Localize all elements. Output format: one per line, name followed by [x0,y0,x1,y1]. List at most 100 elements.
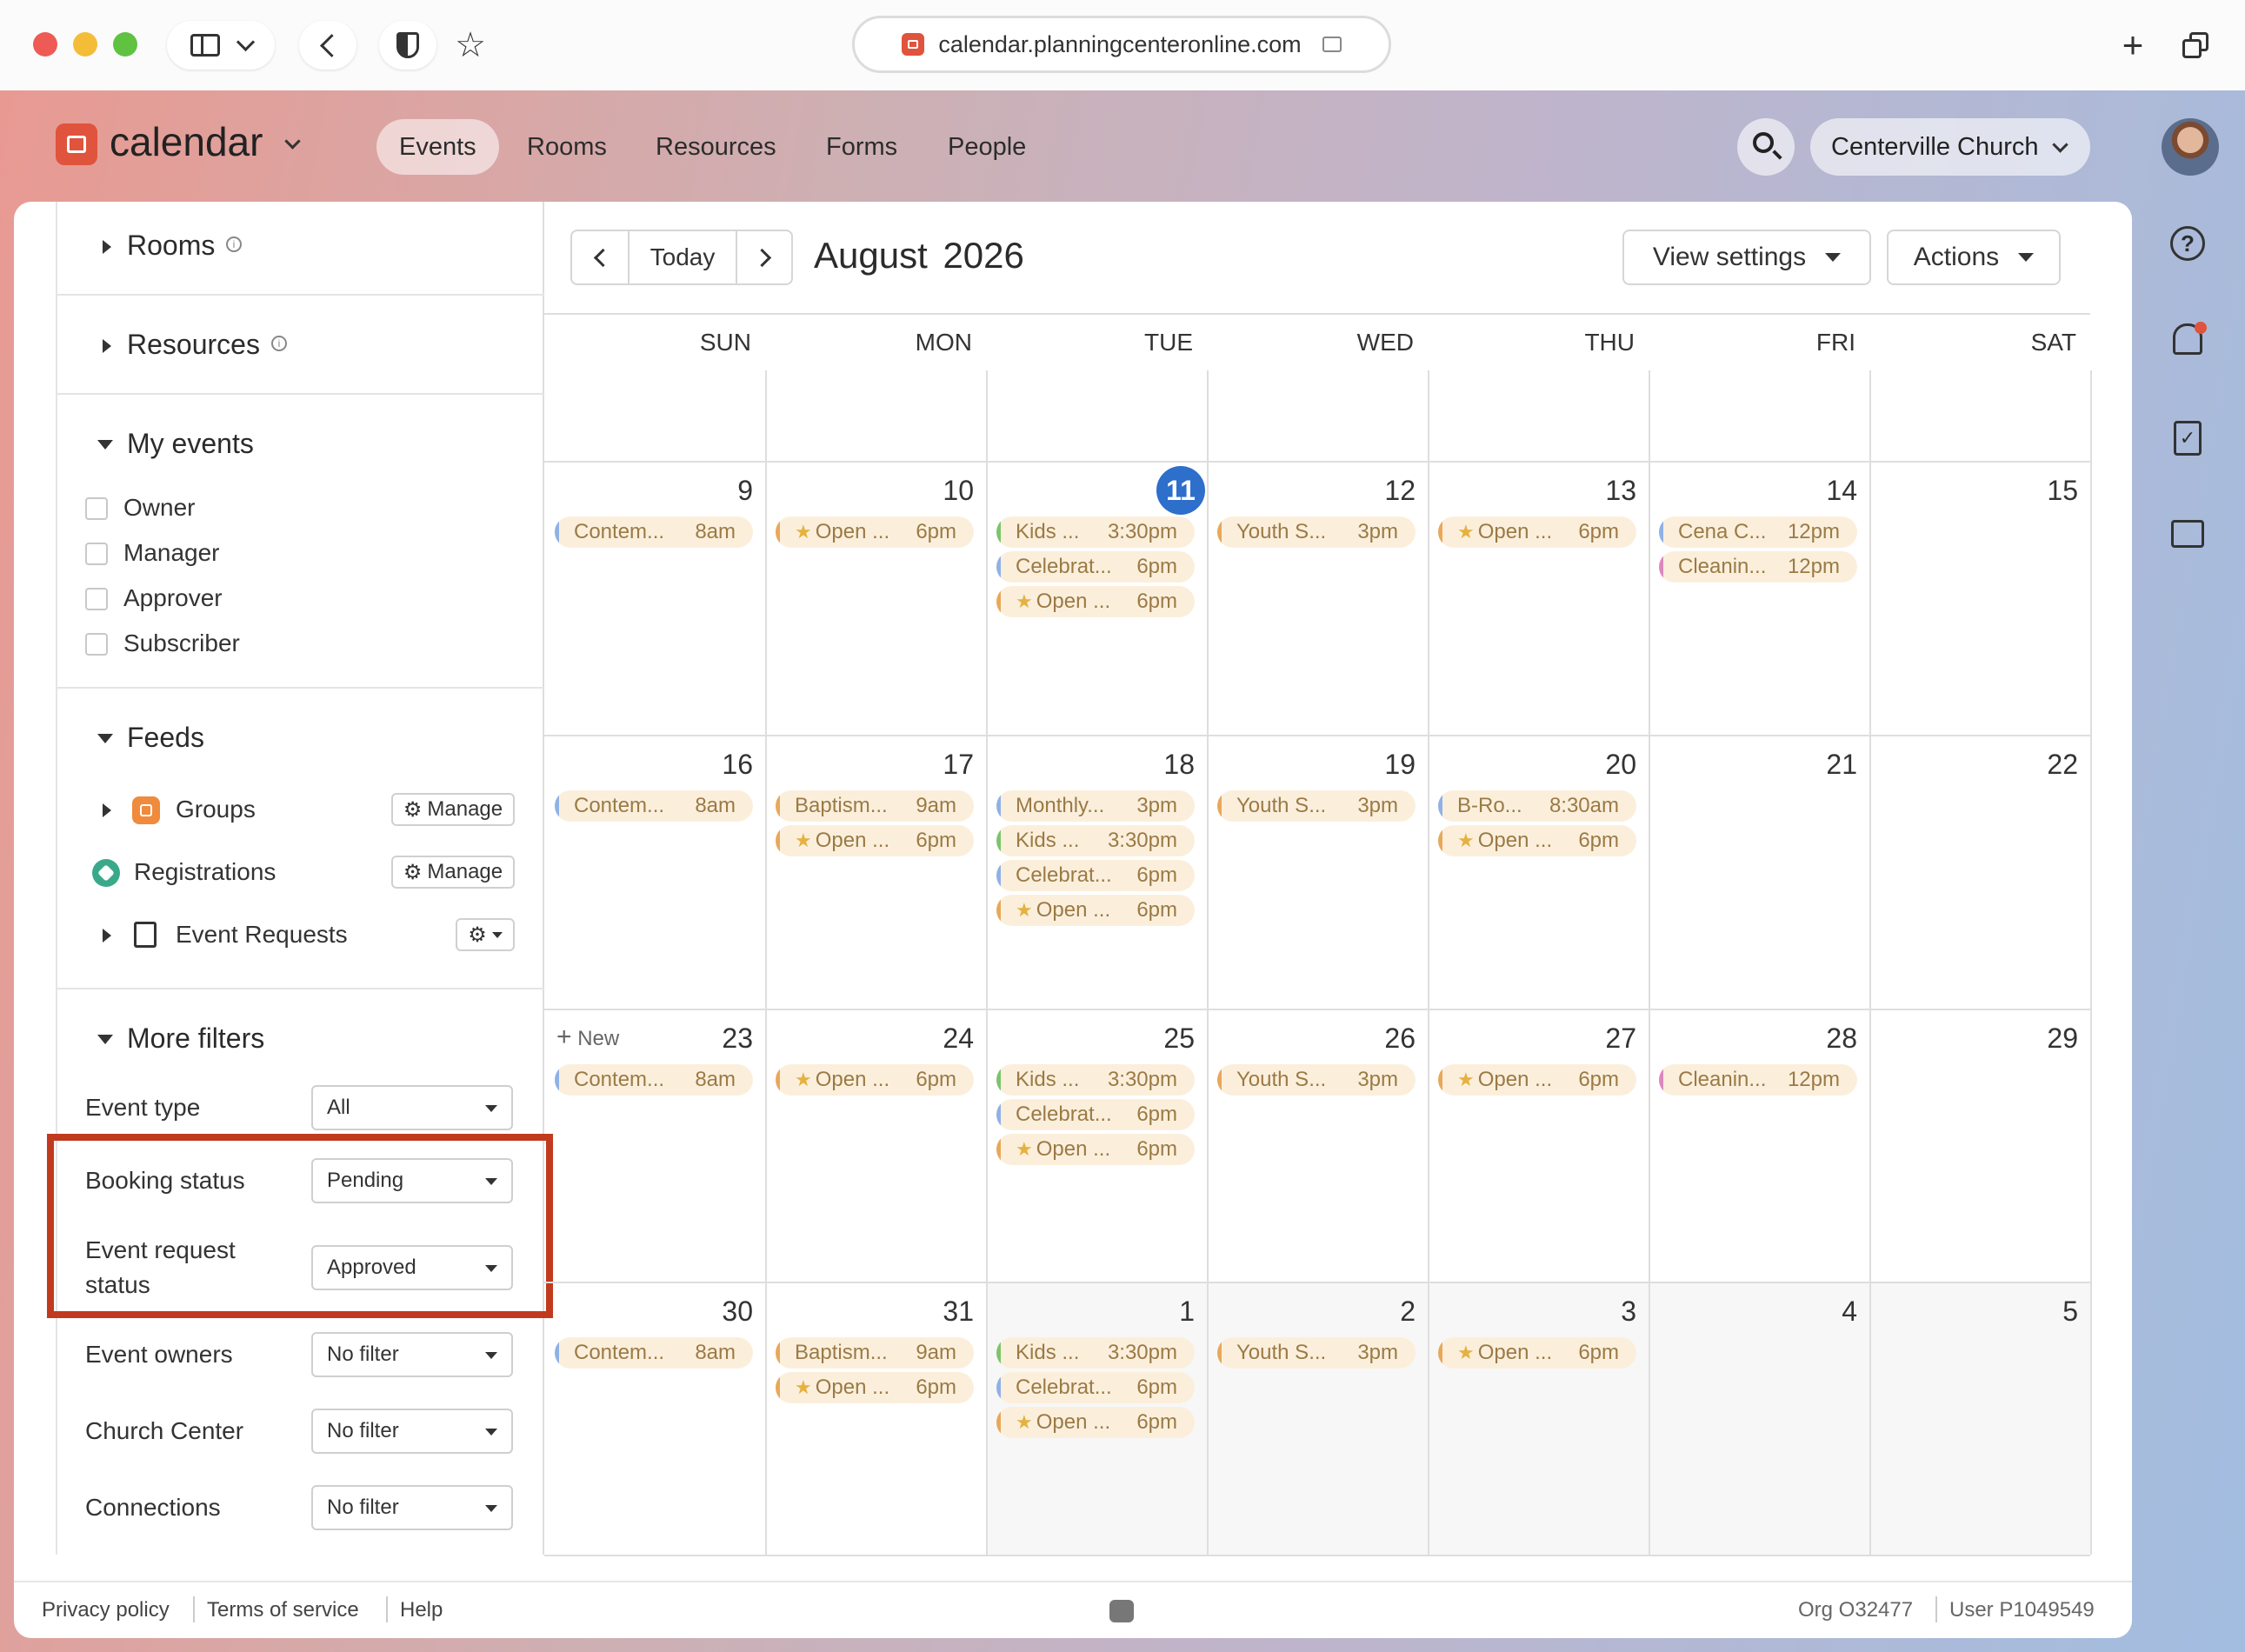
day-number[interactable]: 29 [1869,1023,2078,1055]
event-chip[interactable]: Youth S... 3pm [1217,1337,1416,1369]
church-center-select[interactable]: No filter [311,1409,513,1454]
owner-checkbox[interactable] [85,497,108,520]
event-chip[interactable]: ★ Open ... 6pm [776,825,974,856]
bookmark-button[interactable]: ☆ [442,21,499,70]
event-requests-label[interactable]: Event Requests [176,921,348,949]
feeds-title[interactable]: Feeds [127,722,204,754]
event-chip[interactable]: Celebrat... 6pm [996,551,1195,583]
event-chip[interactable]: ★ Open ... 6pm [1438,516,1636,548]
day-number[interactable]: 27 [1428,1023,1636,1055]
manager-checkbox[interactable] [85,543,108,565]
event-owners-select[interactable]: No filter [311,1332,513,1377]
resources-section-title[interactable]: Resources [127,329,260,361]
info-icon[interactable]: i [226,236,242,252]
feeds-toggle[interactable] [97,734,113,743]
event-chip[interactable]: Cleanin... 12pm [1659,1064,1857,1096]
day-number[interactable]: 16 [544,749,753,781]
day-number[interactable]: 15 [1869,475,2078,507]
event-type-select[interactable]: All [311,1085,513,1130]
my-events-title[interactable]: My events [127,428,254,460]
event-chip[interactable]: Celebrat... 6pm [996,1372,1195,1403]
terms-link[interactable]: Terms of service [207,1598,359,1622]
day-number[interactable]: 9 [544,475,753,507]
event-chip[interactable]: Monthly... 3pm [996,790,1195,822]
day-number[interactable]: 10 [765,475,974,507]
event-chip[interactable]: Kids ... 3:30pm [996,1337,1195,1369]
day-number[interactable]: 25 [986,1023,1195,1055]
actions-button[interactable]: Actions [1887,230,2061,285]
minimize-window-button[interactable] [73,32,97,57]
rooms-section-title[interactable]: Rooms [127,230,215,262]
event-chip[interactable]: ★ Open ... 6pm [996,895,1195,926]
registrations-manage-button[interactable]: ⚙ Manage [391,856,515,889]
event-chip[interactable]: Contem... 8am [555,790,753,822]
day-number[interactable]: 14 [1649,475,1857,507]
day-number[interactable]: 26 [1207,1023,1416,1055]
maximize-window-button[interactable] [113,32,137,57]
event-chip[interactable]: Contem... 8am [555,1064,753,1096]
event-chip[interactable]: ★ Open ... 6pm [776,516,974,548]
rooms-section-toggle[interactable] [103,240,111,254]
event-chip[interactable]: Baptism... 9am [776,1337,974,1369]
help-link[interactable]: Help [400,1598,443,1622]
more-filters-toggle[interactable] [97,1035,113,1044]
event-chip[interactable]: ★ Open ... 6pm [776,1064,974,1096]
tab-overview-button[interactable] [2167,21,2224,70]
event-chip[interactable]: ★ Open ... 6pm [996,1134,1195,1165]
groups-manage-button[interactable]: ⚙ Manage [391,793,515,826]
day-number[interactable]: 30 [544,1296,753,1328]
event-chip[interactable]: ★ Open ... 6pm [996,1407,1195,1438]
my-events-toggle[interactable] [97,440,113,450]
help-button[interactable]: ? [2163,219,2212,268]
event-chip[interactable]: ★ Open ... 6pm [1438,825,1636,856]
event-chip[interactable]: Baptism... 9am [776,790,974,822]
address-bar[interactable]: calendar.planningcenteronline.com [852,16,1391,73]
nav-events[interactable]: Events [376,119,499,175]
sidebar-toggle-button[interactable] [167,21,275,70]
event-chip[interactable]: Youth S... 3pm [1217,1064,1416,1096]
next-month-button[interactable] [736,230,793,285]
notifications-button[interactable] [2163,315,2212,363]
event-requests-settings-button[interactable]: ⚙ [456,918,515,951]
nav-people[interactable]: People [925,119,1049,175]
user-avatar[interactable] [2162,118,2219,176]
org-selector[interactable]: Centerville Church [1810,118,2090,176]
day-number[interactable]: 21 [1649,749,1857,781]
event-chip[interactable]: Cena C... 12pm [1659,516,1857,548]
day-number[interactable]: 17 [765,749,974,781]
event-chip[interactable]: Youth S... 3pm [1217,790,1416,822]
event-chip[interactable]: ★ Open ... 6pm [1438,1064,1636,1096]
privacy-policy-link[interactable]: Privacy policy [42,1598,170,1622]
today-date-badge[interactable]: 11 [1156,466,1205,515]
back-button[interactable] [299,21,356,70]
event-chip[interactable]: Celebrat... 6pm [996,860,1195,891]
resources-section-toggle[interactable] [103,339,111,353]
event-chip[interactable]: B-Ro... 8:30am [1438,790,1636,822]
event-chip[interactable]: Kids ... 3:30pm [996,516,1195,548]
event-chip[interactable]: Celebrat... 6pm [996,1099,1195,1130]
event-chip[interactable]: ★ Open ... 6pm [776,1372,974,1403]
day-number[interactable]: 20 [1428,749,1636,781]
event-chip[interactable]: Contem... 8am [555,1337,753,1369]
privacy-shield-button[interactable] [379,21,436,70]
new-event-button[interactable]: + New [556,1023,619,1052]
day-number[interactable]: 5 [1869,1296,2078,1328]
event-chip[interactable]: ★ Open ... 6pm [1438,1337,1636,1369]
connections-select[interactable]: No filter [311,1485,513,1530]
nav-rooms[interactable]: Rooms [504,119,630,175]
new-tab-button[interactable]: + [2104,21,2162,70]
event-chip[interactable]: Youth S... 3pm [1217,516,1416,548]
groups-label[interactable]: Groups [176,796,256,823]
today-button[interactable]: Today [628,230,737,285]
tasks-button[interactable]: ✓ [2163,414,2212,463]
nav-forms[interactable]: Forms [803,119,920,175]
day-number[interactable]: 22 [1869,749,2078,781]
day-number[interactable]: 31 [765,1296,974,1328]
registrations-label[interactable]: Registrations [134,858,276,886]
day-number[interactable]: 4 [1649,1296,1857,1328]
day-number[interactable]: 13 [1428,475,1636,507]
event-chip[interactable]: Kids ... 3:30pm [996,825,1195,856]
day-number[interactable]: 24 [765,1023,974,1055]
day-number[interactable]: 1 [986,1296,1195,1328]
view-settings-button[interactable]: View settings [1622,230,1871,285]
